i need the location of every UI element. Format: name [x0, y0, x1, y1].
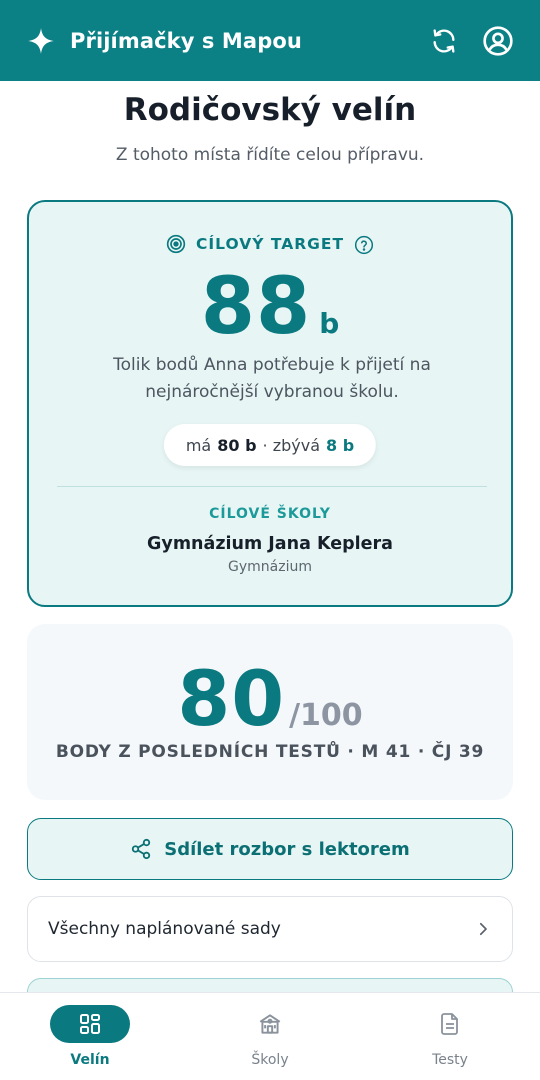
target-points: 88 b [29, 262, 511, 352]
target-points-value: 88 [200, 262, 312, 352]
refresh-icon [433, 28, 455, 53]
share-analysis-label: Sdílet rozbor s lektorem [164, 838, 410, 860]
chevron-right-icon [474, 920, 492, 938]
user-circle-icon [483, 25, 513, 56]
target-points-unit: b [319, 307, 340, 340]
target-school-type: Gymnázium [228, 559, 312, 575]
target-label-row: CÍLOVÝ TARGET [29, 234, 511, 255]
target-card: CÍLOVÝ TARGET 88 b Tolik bodů Anna potřeb… [27, 200, 513, 607]
school-icon [230, 1005, 310, 1043]
target-school-name[interactable]: Gymnázium Jana Keplera [29, 534, 511, 554]
sparkle-icon [26, 26, 56, 56]
status-has-prefix: má [185, 435, 212, 455]
document-icon [410, 1005, 490, 1043]
target-icon [166, 234, 186, 254]
target-label: CÍLOVÝ TARGET [195, 235, 345, 253]
target-description: Tolik bodů Anna potřebuje k přijetí na n… [113, 355, 431, 402]
bottom-navigation: Velín Školy Testy [0, 992, 540, 1080]
refresh-button[interactable] [428, 25, 460, 57]
share-analysis-button[interactable]: Sdílet rozbor s lektorem [27, 818, 513, 880]
app-title: Přijímačky s Mapou [70, 28, 302, 53]
nav-item-skoly[interactable]: Školy [180, 993, 360, 1080]
profile-button[interactable] [482, 25, 514, 57]
score-value-row: 80/100 [27, 654, 513, 743]
target-divider [57, 486, 487, 487]
status-remaining-value: 8 b [326, 435, 355, 455]
page-title: Rodičovský velín [123, 92, 417, 128]
nav-item-velin[interactable]: Velín [0, 993, 180, 1080]
page-subtitle: Z tohoto místa řídíte celou přípravu. [115, 145, 425, 165]
help-icon[interactable] [354, 234, 374, 255]
app-actions [428, 25, 514, 57]
dashboard-icon [50, 1005, 130, 1043]
score-value: 80 [177, 654, 286, 743]
score-card: 80/100 BODY Z POSLEDNÍCH TESTŮ · M 41 · … [27, 624, 513, 800]
score-max: /100 [289, 698, 363, 733]
nav-item-testy[interactable]: Testy [360, 993, 540, 1080]
all-planned-sets-row[interactable]: Všechny naplánované sady [27, 896, 513, 962]
app-bar: Přijímačky s Mapou [0, 0, 540, 81]
status-has-value: 80 b [217, 435, 257, 455]
target-schools-label: CÍLOVÉ ŠKOLY [209, 506, 331, 522]
all-planned-sets-label: Všechny naplánované sady [48, 919, 281, 939]
nav-label-testy: Testy [432, 1052, 468, 1068]
nav-label-skoly: Školy [251, 1052, 289, 1068]
nav-label-velin: Velín [70, 1052, 110, 1068]
target-status-pill: má 80 b · zbývá 8 b [163, 424, 377, 466]
share-icon [130, 838, 152, 860]
status-remaining-prefix: · zbývá [262, 435, 320, 455]
score-caption: BODY Z POSLEDNÍCH TESTŮ · M 41 · ČJ 39 [55, 742, 485, 762]
